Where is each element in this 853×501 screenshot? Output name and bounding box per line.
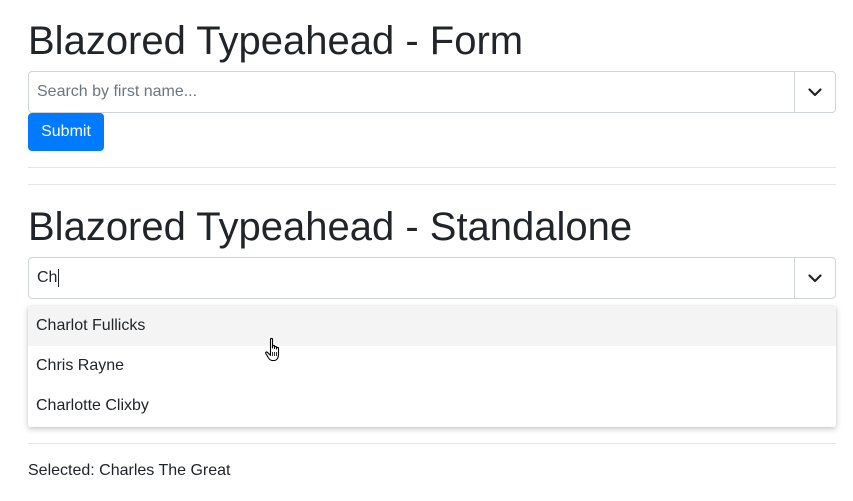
chevron-down-icon xyxy=(808,87,822,96)
form-typeahead[interactable] xyxy=(28,71,836,113)
standalone-search-value: Ch xyxy=(37,269,58,286)
divider xyxy=(28,167,836,168)
divider xyxy=(28,184,836,185)
form-heading: Blazored Typeahead - Form xyxy=(28,19,524,63)
result-item[interactable]: Chris Rayne xyxy=(28,346,836,386)
selected-value: Charles The Great xyxy=(99,462,231,479)
form-search-input[interactable] xyxy=(29,72,794,112)
result-item[interactable]: Charlotte Clixby xyxy=(28,386,836,426)
submit-button[interactable]: Submit xyxy=(28,113,104,151)
standalone-search-input[interactable]: Ch xyxy=(29,258,794,298)
result-item[interactable]: Charlot Fullicks xyxy=(28,306,836,346)
standalone-heading: Blazored Typeahead - Standalone xyxy=(28,205,633,249)
selected-prefix: Selected: xyxy=(28,462,95,479)
form-typeahead-toggle[interactable] xyxy=(794,72,835,112)
result-label: Chris Rayne xyxy=(36,357,125,374)
page: Blazored Typeahead - Form Submit Blazore… xyxy=(0,0,853,501)
standalone-typeahead-toggle[interactable] xyxy=(794,258,835,298)
divider xyxy=(28,443,836,444)
result-label: Charlotte Clixby xyxy=(36,397,149,414)
chevron-down-icon xyxy=(808,273,822,282)
selected-value-line: Selected: Charles The Great xyxy=(28,462,231,480)
result-label: Charlot Fullicks xyxy=(36,317,146,334)
standalone-typeahead[interactable]: Ch xyxy=(28,257,836,299)
typeahead-results: Charlot Fullicks Chris Rayne Charlotte C… xyxy=(28,306,836,427)
text-caret xyxy=(58,269,60,287)
